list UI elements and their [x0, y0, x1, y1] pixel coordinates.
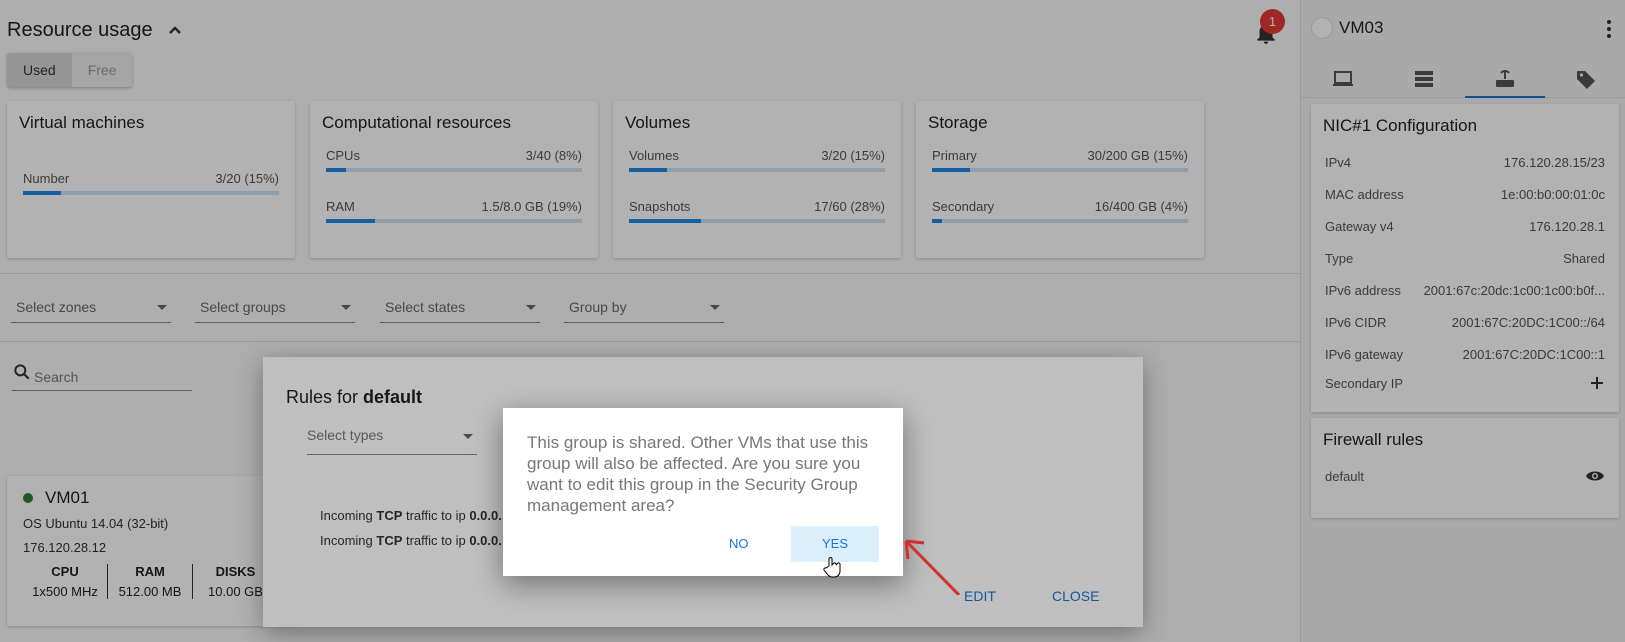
confirm-dialog: This group is shared. Other VMs that use…	[503, 408, 903, 576]
confirm-message: This group is shared. Other VMs that use…	[527, 433, 869, 515]
no-button[interactable]: NO	[729, 536, 749, 551]
annotation-arrow-icon	[904, 539, 960, 595]
hand-cursor-icon	[823, 557, 841, 578]
